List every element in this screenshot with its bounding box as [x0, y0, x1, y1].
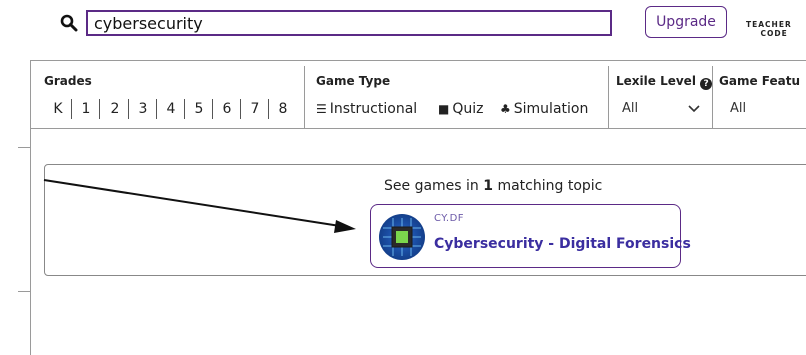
- lexile-level-label: Lexile Level ?: [616, 74, 713, 90]
- left-tick-top: [18, 147, 30, 148]
- quiz-icon: ■: [438, 102, 450, 116]
- game-features-label: Game Featu: [719, 74, 800, 88]
- grade-2[interactable]: 2: [104, 98, 126, 120]
- filter-divider: [30, 128, 806, 129]
- search-input[interactable]: [86, 10, 612, 36]
- game-type-simulation[interactable]: ♣ Simulation: [500, 98, 588, 120]
- left-border: [30, 60, 31, 355]
- header-divider: [30, 60, 806, 61]
- game-features-select[interactable]: All: [730, 98, 806, 120]
- help-icon[interactable]: ?: [700, 78, 713, 90]
- circuit-chip-icon: [383, 218, 421, 256]
- topic-code: CY.DF: [434, 213, 465, 224]
- grade-separator: [156, 99, 157, 119]
- grade-6[interactable]: 6: [216, 98, 238, 120]
- brand-logo[interactable]: TEACHER CODE: [746, 20, 792, 38]
- filter-separator: [304, 66, 305, 128]
- topic-title: Cybersecurity - Digital Forensics: [434, 236, 691, 252]
- grades-label: Grades: [44, 74, 92, 88]
- grade-separator: [212, 99, 213, 119]
- filter-separator: [608, 66, 609, 128]
- grade-8[interactable]: 8: [272, 98, 294, 120]
- results-heading: See games in 1 matching topic: [384, 178, 603, 194]
- grade-4[interactable]: 4: [160, 98, 182, 120]
- grade-separator: [184, 99, 185, 119]
- topic-thumbnail: [379, 214, 425, 260]
- chevron-down-icon: [688, 105, 700, 113]
- game-type-label: Game Type: [316, 74, 391, 88]
- lexile-level-select[interactable]: All: [622, 98, 704, 120]
- grade-separator: [268, 99, 269, 119]
- grade-separator: [71, 99, 72, 119]
- grade-separator: [240, 99, 241, 119]
- grade-5[interactable]: 5: [188, 98, 210, 120]
- grade-separator: [128, 99, 129, 119]
- left-tick-bottom: [18, 291, 30, 292]
- grade-3[interactable]: 3: [132, 98, 154, 120]
- search-icon[interactable]: [60, 14, 78, 32]
- grade-1[interactable]: 1: [75, 98, 97, 120]
- game-type-quiz[interactable]: ■ Quiz: [438, 98, 483, 120]
- upgrade-button[interactable]: Upgrade: [645, 6, 727, 38]
- filter-separator: [712, 66, 713, 128]
- topic-card-cybersecurity[interactable]: CY.DF Cybersecurity - Digital Forensics: [370, 204, 691, 268]
- grade-separator: [99, 99, 100, 119]
- simulation-icon: ♣: [500, 102, 511, 116]
- grade-k[interactable]: K: [47, 98, 69, 120]
- game-type-instructional[interactable]: ☰ Instructional: [316, 98, 417, 120]
- instructional-icon: ☰: [316, 102, 327, 116]
- grade-7[interactable]: 7: [244, 98, 266, 120]
